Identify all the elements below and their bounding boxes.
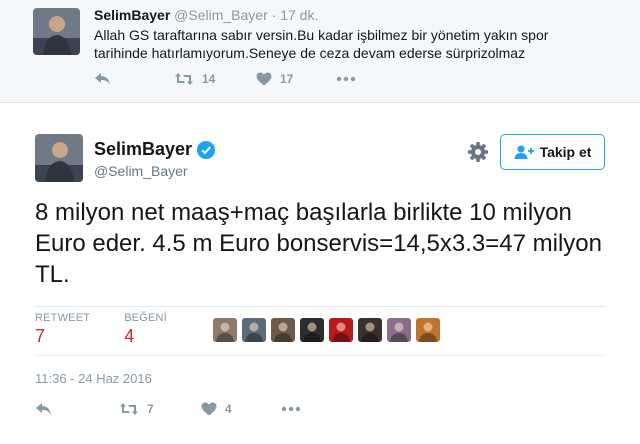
avatar[interactable]	[35, 134, 83, 182]
tweet-text: 8 milyon net maaş+maç başılarla birlikte…	[35, 199, 602, 288]
divider	[35, 306, 605, 307]
separator: ·	[271, 7, 277, 23]
liker-avatar-8[interactable]	[416, 318, 440, 342]
divider	[35, 355, 605, 356]
tweet-time[interactable]: 17 dk.	[280, 7, 318, 23]
like-button[interactable]: 17	[256, 72, 293, 86]
like-button[interactable]: 4	[201, 402, 232, 416]
like-count: 17	[280, 72, 294, 86]
more-button[interactable]	[336, 72, 356, 86]
tweet-header: SelimBayer @Selim_Bayer · 17 dk.	[94, 7, 318, 23]
like-count: 4	[225, 402, 232, 416]
user-handle[interactable]: @Selim_Bayer	[174, 7, 268, 23]
user-handle[interactable]: @Selim_Bayer	[94, 163, 188, 179]
tweet-timestamp[interactable]: 11:36 - 24 Haz 2016	[35, 371, 152, 386]
retweet-button[interactable]: 7	[119, 402, 154, 416]
heart-icon	[201, 402, 217, 416]
liker-avatars	[213, 318, 440, 342]
tweet-actions: 14 17	[94, 72, 394, 90]
liker-avatar-2[interactable]	[242, 318, 266, 342]
liker-avatar-1[interactable]	[213, 318, 237, 342]
retweet-stat-label: RETWEET	[35, 312, 91, 324]
like-stat-label: BEĞENİ	[124, 312, 167, 324]
like-stat-value: 4	[124, 326, 135, 346]
tweet-stats: RETWEET 7 BEĞENİ 4	[35, 312, 201, 347]
user-name[interactable]: SelimBayer	[94, 139, 216, 160]
follow-button[interactable]: Takip et	[500, 134, 605, 170]
reply-context-tweet[interactable]: SelimBayer @Selim_Bayer · 17 dk. Allah G…	[0, 0, 640, 103]
retweet-stat[interactable]: RETWEET 7	[35, 312, 90, 347]
tweet-text: Allah GS taraftarına sabır versin.Bu kad…	[94, 27, 549, 61]
more-icon	[281, 406, 301, 412]
avatar[interactable]	[33, 8, 80, 55]
more-icon	[336, 76, 356, 82]
liker-avatar-7[interactable]	[387, 318, 411, 342]
liker-avatar-6[interactable]	[358, 318, 382, 342]
retweet-icon	[175, 73, 193, 85]
follow-person-icon	[514, 145, 534, 159]
retweet-button[interactable]: 14	[174, 72, 215, 86]
retweet-count: 7	[147, 402, 154, 416]
reply-icon	[36, 403, 51, 415]
reply-button[interactable]	[35, 402, 52, 416]
liker-avatar-5[interactable]	[329, 318, 353, 342]
liker-avatar-3[interactable]	[271, 318, 295, 342]
liker-avatar-4[interactable]	[300, 318, 324, 342]
retweet-count: 14	[202, 72, 216, 86]
user-name[interactable]: SelimBayer	[94, 7, 170, 23]
tweet-actions: 7 4	[35, 402, 335, 420]
verified-badge-icon	[197, 140, 216, 159]
reply-button[interactable]	[94, 72, 111, 86]
follow-label: Takip et	[539, 144, 592, 160]
heart-icon	[256, 72, 272, 86]
like-stat[interactable]: BEĞENİ 4	[124, 312, 167, 347]
retweet-icon	[120, 403, 138, 415]
user-name-text: SelimBayer	[94, 139, 193, 159]
retweet-stat-value: 7	[35, 326, 46, 346]
more-button[interactable]	[281, 402, 301, 416]
reply-icon	[95, 73, 110, 85]
gear-icon[interactable]	[467, 141, 489, 163]
